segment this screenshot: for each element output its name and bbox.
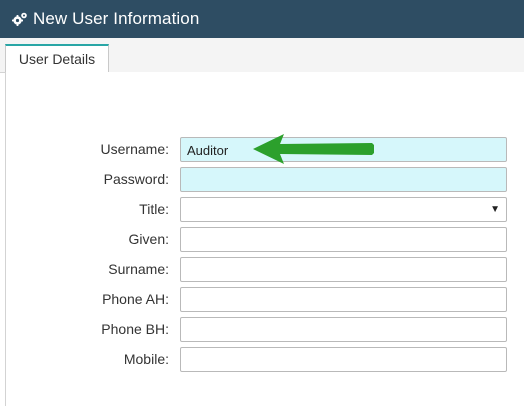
tab-user-details[interactable]: User Details — [5, 44, 109, 72]
mobile-input[interactable] — [180, 347, 507, 372]
password-input[interactable] — [180, 167, 507, 192]
phone-ah-label: Phone AH: — [102, 291, 169, 307]
window-title: New User Information — [33, 9, 200, 28]
window-titlebar: New User Information — [0, 0, 524, 38]
username-label: Username: — [100, 141, 169, 157]
title-row: Title: ▼ — [0, 197, 524, 223]
surname-label: Surname: — [108, 261, 169, 277]
surname-input[interactable] — [180, 257, 507, 282]
password-label: Password: — [103, 171, 169, 187]
surname-row: Surname: — [0, 257, 524, 283]
gears-icon — [12, 11, 28, 27]
phone-bh-row: Phone BH: — [0, 317, 524, 343]
dropdown-arrow-icon[interactable]: ▼ — [490, 204, 500, 215]
password-row: Password: — [0, 167, 524, 193]
given-label: Given: — [128, 231, 169, 247]
title-select[interactable]: ▼ — [180, 197, 507, 222]
given-row: Given: — [0, 227, 524, 253]
annotation-arrow-icon — [253, 134, 374, 164]
phone-bh-label: Phone BH: — [101, 321, 169, 337]
mobile-label: Mobile: — [123, 351, 169, 367]
title-label: Title: — [139, 201, 169, 217]
phone-ah-row: Phone AH: — [0, 287, 524, 313]
phone-ah-input[interactable] — [180, 287, 507, 312]
username-value: Auditor — [187, 143, 229, 158]
mobile-row: Mobile: — [0, 347, 524, 373]
given-input[interactable] — [180, 227, 507, 252]
tab-strip: User Details — [0, 38, 524, 73]
phone-bh-input[interactable] — [180, 317, 507, 342]
